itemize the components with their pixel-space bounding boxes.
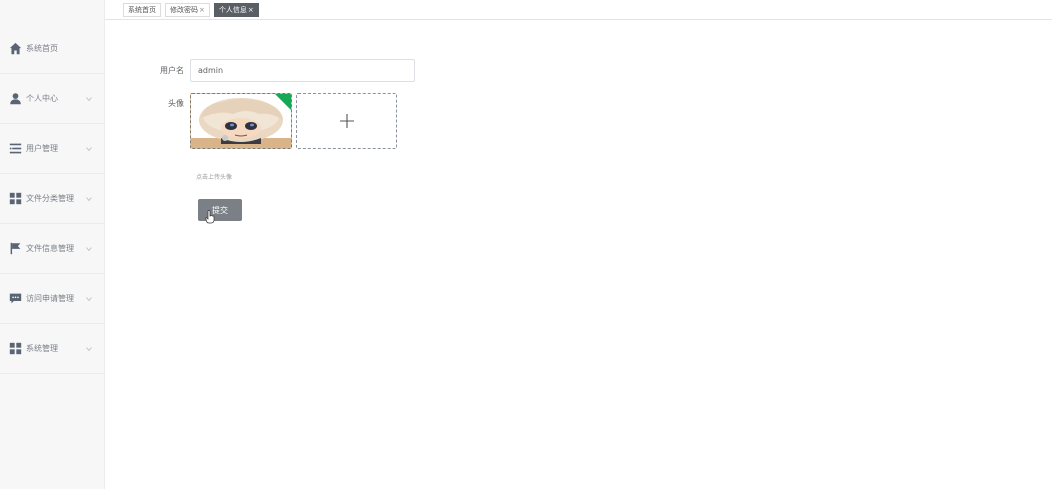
username-label: 用户名 — [160, 66, 184, 75]
avatar-corner-badge — [275, 94, 291, 110]
tab-bar: 系统首页 修改密码 × 个人信息 × — [105, 0, 1052, 20]
sidebar-item-access-request[interactable]: 访问申请管理 — [0, 274, 104, 324]
sidebar-item-label: 系统首页 — [26, 44, 58, 53]
chevron-down-icon — [86, 246, 92, 252]
sidebar-item-label: 访问申请管理 — [26, 294, 74, 303]
home-icon — [9, 42, 22, 55]
tab-change-password[interactable]: 修改密码 × — [165, 2, 210, 17]
username-input[interactable]: admin — [190, 59, 415, 82]
chevron-down-icon — [86, 146, 92, 152]
avatar-label: 头像 — [168, 99, 184, 108]
avatar-row: 头像 — [105, 93, 397, 149]
chat-icon — [9, 292, 22, 305]
tab-label: 个人信息 — [218, 5, 247, 14]
sidebar-item-label: 个人中心 — [26, 94, 58, 103]
tab-label: 修改密码 — [170, 5, 198, 14]
tab-home[interactable]: 系统首页 — [123, 2, 161, 17]
sidebar-item-label: 文件信息管理 — [26, 244, 74, 253]
sidebar-item-label: 用户管理 — [26, 144, 58, 153]
chevron-down-icon — [86, 196, 92, 202]
username-row: 用户名 admin — [105, 59, 415, 82]
grid-icon — [9, 342, 22, 355]
chevron-down-icon — [86, 96, 92, 102]
tab-personal-info[interactable]: 个人信息 × — [213, 2, 259, 17]
upload-hint: 点击上传头像 — [196, 174, 233, 181]
chevron-down-icon — [86, 296, 92, 302]
avatar-upload-button[interactable] — [296, 93, 397, 149]
sidebar-item-file-category[interactable]: 文件分类管理 — [0, 174, 104, 224]
sidebar-item-personal-center[interactable]: 个人中心 — [0, 74, 104, 124]
chevron-down-icon — [86, 346, 92, 352]
tab-label: 系统首页 — [128, 5, 156, 14]
avatar-image[interactable] — [190, 93, 292, 149]
personal-info-form: 用户名 admin 头像 点击上传头像 提交 — [105, 20, 1052, 489]
plus-icon — [339, 114, 354, 128]
sidebar-item-file-info[interactable]: 文件信息管理 — [0, 224, 104, 274]
flag-icon — [9, 242, 22, 255]
user-icon — [9, 92, 22, 105]
sidebar-item-label: 系统管理 — [26, 344, 58, 353]
sidebar-menu: 系统首页 个人中心 用户管理 文件分类管理 文件信息管理 访问申请管理 系统管理 — [0, 24, 104, 374]
sidebar: 系统首页 个人中心 用户管理 文件分类管理 文件信息管理 访问申请管理 系统管理 — [0, 0, 105, 489]
sidebar-item-system-management[interactable]: 系统管理 — [0, 324, 104, 374]
close-icon[interactable]: × — [199, 3, 205, 17]
grid-icon — [9, 192, 22, 205]
list-icon — [9, 142, 22, 155]
sidebar-item-label: 文件分类管理 — [26, 194, 74, 203]
sidebar-item-user-management[interactable]: 用户管理 — [0, 124, 104, 174]
close-icon[interactable]: × — [248, 3, 254, 17]
sidebar-item-home[interactable]: 系统首页 — [0, 24, 104, 74]
hand-cursor-icon — [205, 210, 215, 224]
